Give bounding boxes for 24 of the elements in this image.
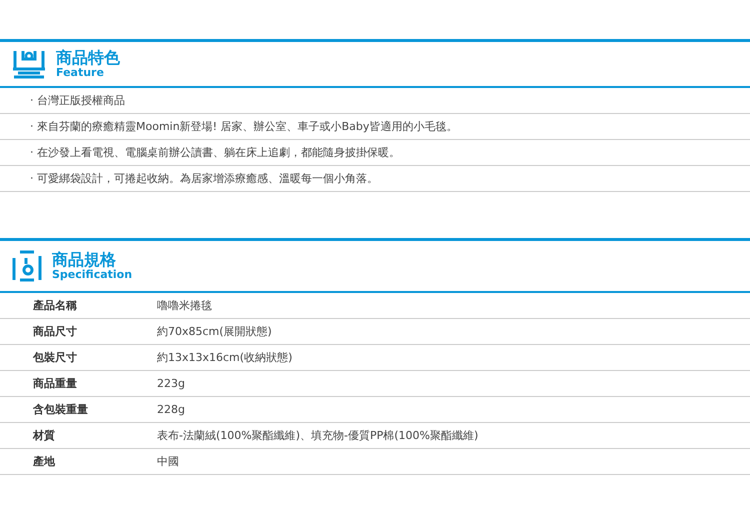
printer-icon	[12, 49, 46, 79]
feature-text: ‧ 可愛綁袋設計，可捲起收納。為居家增添療癒感、溫暖每一個小角落。	[30, 171, 378, 186]
spec-value: 223g	[157, 377, 185, 390]
spec-label: 材質	[32, 428, 56, 443]
spec-value: 228g	[157, 403, 185, 416]
camera-frame-icon	[12, 250, 42, 282]
section-title: 商品規格	[52, 251, 117, 269]
section-subtitle: Feature	[56, 66, 105, 79]
section-title: 商品特色	[56, 49, 120, 67]
spec-label: 商品尺寸	[32, 324, 78, 339]
spec-value: 嚕嚕米捲毯	[157, 298, 212, 313]
spec-label: 產品名稱	[32, 298, 78, 313]
feature-text: ‧ 在沙發上看電視、電腦桌前辦公讀書、躺在床上追劇，都能隨身披掛保暖。	[30, 145, 400, 160]
spec-value: 約13x13x16cm(收納狀態)	[157, 350, 292, 365]
feature-text: ‧ 來自芬蘭的療癒精靈Moomin新登場! 居家、辦公室、車子或小Baby皆適用的小毛毯。	[30, 119, 458, 134]
feature-text: ‧ 台灣正版授權商品	[30, 93, 125, 108]
spec-value: 約70x85cm(展開狀態)	[157, 324, 272, 339]
spec-label: 產地	[32, 454, 56, 469]
spec-value: 中國	[157, 454, 179, 469]
spec-label: 商品重量	[32, 376, 78, 391]
spec-value: 表布-法蘭絨(100%聚酯纖維)、填充物-優質PP棉(100%聚酯纖維)	[157, 428, 478, 443]
section-subtitle: Specification	[52, 268, 132, 281]
spec-label: 含包裝重量	[32, 402, 89, 417]
spec-label: 包裝尺寸	[32, 350, 78, 365]
